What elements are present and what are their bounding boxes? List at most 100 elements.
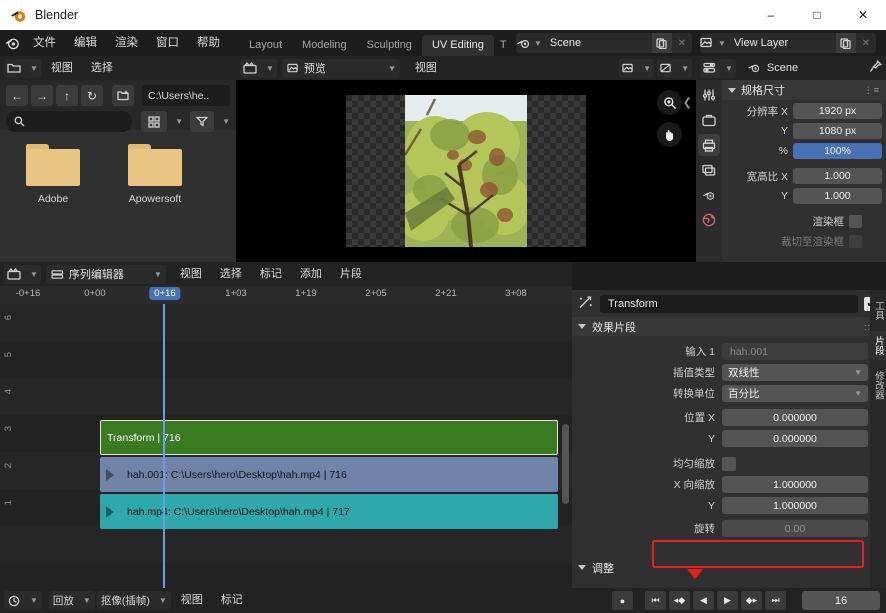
aspect-y-field[interactable]: 1.000 <box>793 188 882 204</box>
new-scene-button[interactable] <box>652 33 672 53</box>
position-x-field[interactable]: 0.000000 <box>722 409 868 426</box>
editor-type-sequencer-icon[interactable]: ▼ <box>240 59 277 78</box>
menu-edit[interactable]: 编辑 <box>65 33 106 53</box>
display-mode-dropdown[interactable]: ▼ <box>170 111 183 132</box>
editor-type-file-browser-icon[interactable]: ▼ <box>4 59 41 78</box>
workspace-tab-texturing[interactable]: T <box>494 35 510 56</box>
proxy-icon[interactable]: ▼ <box>657 59 692 78</box>
file-path-field[interactable]: C:\Users\he.. <box>142 85 230 106</box>
strip-name-field[interactable]: Transform <box>600 295 858 313</box>
pin-icon[interactable] <box>869 60 882 76</box>
resolution-y-field[interactable]: 1080 px <box>793 123 882 139</box>
current-frame-field[interactable]: 16 <box>802 591 880 610</box>
timeline-menu-marker[interactable]: 标记 <box>213 591 251 610</box>
file-menu-view[interactable]: 视图 <box>43 59 81 78</box>
pan-hand-icon[interactable] <box>657 122 682 147</box>
panel-header-format[interactable]: 规格尺寸 ⋮≡ <box>722 80 886 100</box>
search-input[interactable] <box>6 111 132 132</box>
thumbnail-grid-icon[interactable] <box>141 111 167 132</box>
interpolation-dropdown[interactable]: 双线性 ▼ <box>722 364 868 381</box>
strip-movie-hah001[interactable]: hah.001: C:\Users\hero\Desktop\hah.mp4 |… <box>100 457 558 492</box>
view-layer-name-field[interactable]: View Layer <box>726 33 836 53</box>
keying-dropdown[interactable]: 抠像(插帧)▼ <box>97 591 171 610</box>
resolution-percent-field[interactable]: 100% <box>793 143 882 159</box>
preview-canvas[interactable] <box>236 80 696 262</box>
play-icon[interactable]: ▶ <box>717 591 738 610</box>
jump-start-icon[interactable]: ⏮ <box>645 591 666 610</box>
resolution-x-field[interactable]: 1920 px <box>793 103 882 119</box>
new-view-layer-button[interactable] <box>836 33 856 53</box>
scene-icon[interactable]: ▼ <box>516 33 542 53</box>
sidebar-tab-modifiers[interactable]: 修改器 <box>870 366 886 405</box>
play-reverse-icon[interactable]: ◀ <box>693 591 714 610</box>
seq-menu-strip[interactable]: 片段 <box>332 265 370 284</box>
scale-x-field[interactable]: 1.000000 <box>722 476 868 493</box>
strip-transform[interactable]: Transform | 716 <box>100 420 558 455</box>
menu-file[interactable]: 文件 <box>24 33 65 53</box>
parent-dir-icon[interactable]: ↑ <box>56 85 78 106</box>
next-keyframe-icon[interactable]: ◆▸ <box>741 591 762 610</box>
blender-menu-icon[interactable] <box>0 30 24 56</box>
sequencer-canvas[interactable]: 1 2 3 4 5 6 Transform | 716 hah.001: C:\… <box>0 304 572 595</box>
close-button[interactable]: ✕ <box>840 0 886 30</box>
scene-name-field[interactable]: Scene <box>542 33 652 53</box>
tab-render-icon[interactable] <box>698 109 720 131</box>
preview-mode-dropdown[interactable]: 预览 ▼ <box>282 59 400 78</box>
sidebar-tab-tool[interactable]: 工具 <box>870 296 886 325</box>
sequencer-mode-dropdown[interactable]: 序列编辑器 ▼ <box>46 265 166 284</box>
refresh-icon[interactable]: ↻ <box>81 85 103 106</box>
file-menu-select[interactable]: 选择 <box>83 59 121 78</box>
new-folder-icon[interactable] <box>112 85 134 106</box>
vertical-scrollbar[interactable] <box>562 424 569 504</box>
aspect-x-field[interactable]: 1.000 <box>793 168 882 184</box>
tab-view-layer-icon[interactable] <box>698 159 720 181</box>
rotation-field[interactable]: 0.00 <box>722 520 868 537</box>
toolbar-collapse-icon[interactable]: ❮ <box>683 96 692 109</box>
seq-menu-add[interactable]: 添加 <box>292 265 330 284</box>
tab-scene-props-icon[interactable] <box>698 184 720 206</box>
forward-icon[interactable]: → <box>31 85 53 106</box>
tab-world-icon[interactable] <box>698 209 720 231</box>
filter-dropdown[interactable]: ▼ <box>217 111 230 132</box>
crop-render-region-checkbox[interactable] <box>849 235 862 248</box>
menu-help[interactable]: 帮助 <box>188 33 229 53</box>
sidebar-tab-strip[interactable]: 片段 <box>870 331 886 360</box>
prev-keyframe-icon[interactable]: ◂◆ <box>669 591 690 610</box>
preview-menu-view[interactable]: 视图 <box>407 59 445 78</box>
timeline-menu-view[interactable]: 视图 <box>173 591 211 610</box>
remove-view-layer-button[interactable]: ✕ <box>856 33 876 53</box>
uniform-scale-checkbox[interactable] <box>722 457 736 471</box>
maximize-button[interactable]: □ <box>794 0 840 30</box>
remove-scene-button[interactable]: ✕ <box>672 33 692 53</box>
playback-dropdown[interactable]: 回放▼ <box>49 591 95 610</box>
translation-unit-dropdown[interactable]: 百分比 ▼ <box>722 385 868 402</box>
list-item[interactable]: Adobe <box>18 144 88 205</box>
workspace-tab-modeling[interactable]: Modeling <box>292 35 357 56</box>
back-icon[interactable]: ← <box>6 85 28 106</box>
strip-handle-icon[interactable] <box>106 469 114 481</box>
playhead[interactable] <box>163 304 165 595</box>
menu-icon[interactable]: ⋮≡ <box>864 85 880 96</box>
render-region-checkbox[interactable] <box>849 215 862 228</box>
editor-type-sequencer-icon[interactable]: ▼ <box>4 265 41 284</box>
display-channels-icon[interactable]: ▼ <box>619 59 654 78</box>
list-item[interactable]: Apowersoft <box>120 144 190 205</box>
menu-window[interactable]: 窗口 <box>147 33 188 53</box>
strip-movie-hahmp4[interactable]: hah.mp4: C:\Users\hero\Desktop\hah.mp4 |… <box>100 494 558 529</box>
seq-menu-select[interactable]: 选择 <box>212 265 250 284</box>
workspace-tab-uv-editing[interactable]: UV Editing <box>422 35 494 56</box>
input-1-field[interactable]: hah.001 <box>722 343 868 360</box>
position-y-field[interactable]: 0.000000 <box>722 430 868 447</box>
seq-menu-view[interactable]: 视图 <box>172 265 210 284</box>
panel-header-adjust[interactable]: 调整 <box>572 558 870 577</box>
jump-end-icon[interactable]: ⏭ <box>765 591 786 610</box>
record-keyframe-icon[interactable]: ● <box>612 591 633 610</box>
tab-tool-icon[interactable] <box>698 84 720 106</box>
tab-output-icon[interactable] <box>698 134 720 156</box>
workspace-tab-layout[interactable]: Layout <box>239 35 292 56</box>
seq-menu-marker[interactable]: 标记 <box>252 265 290 284</box>
view-layer-icon[interactable]: ▼ <box>700 33 726 53</box>
sequencer-ruler[interactable]: -0+16 0+00 0+16 1+03 1+19 2+05 2+21 3+08 <box>0 286 572 304</box>
menu-render[interactable]: 渲染 <box>106 33 147 53</box>
workspace-tab-sculpting[interactable]: Sculpting <box>357 35 422 56</box>
